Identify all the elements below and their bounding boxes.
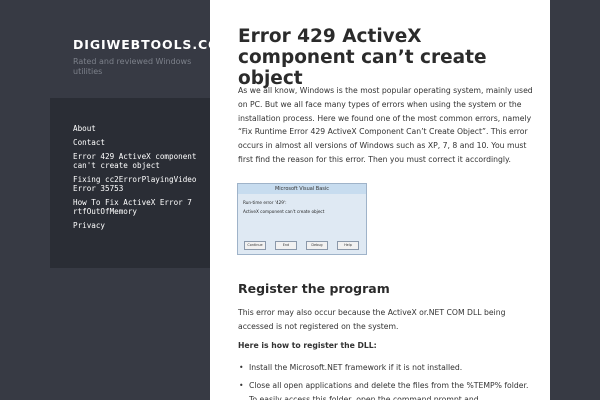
dialog-buttons: Continue End Debug Help xyxy=(244,241,359,250)
list-item: Install the Microsoft.NET framework if i… xyxy=(238,361,538,375)
site-description: Rated and reviewed Windows utilities xyxy=(73,57,192,76)
nav-item-error-429[interactable]: Error 429 ActiveX component can't create… xyxy=(73,152,198,170)
howto-heading: Here is how to register the DLL: xyxy=(238,341,377,350)
post-title: Error 429 ActiveX component can’t create… xyxy=(238,26,487,89)
error-dialog-screenshot: Microsoft Visual Basic Run-time error '4… xyxy=(237,183,367,255)
dialog-line-1: Run-time error '429': xyxy=(243,200,287,205)
dialog-title: Microsoft Visual Basic xyxy=(238,184,366,194)
nav-item-privacy[interactable]: Privacy xyxy=(73,221,198,230)
dialog-line-2: ActiveX component can't create object xyxy=(243,209,325,214)
dialog-debug-button: Debug xyxy=(306,241,328,250)
section-heading: Register the program xyxy=(238,281,390,296)
main-content: Error 429 ActiveX component can’t create… xyxy=(210,0,550,400)
nav-item-fixing-cc2[interactable]: Fixing cc2ErrorPlayingVideo Error 35753 xyxy=(73,175,198,193)
sidebar-nav: About Contact Error 429 ActiveX componen… xyxy=(50,98,210,268)
dialog-continue-button: Continue xyxy=(244,241,266,250)
site-title[interactable]: DIGIWEBTOOLS.COM xyxy=(73,37,210,53)
steps-list: Install the Microsoft.NET framework if i… xyxy=(238,361,538,400)
intro-paragraph: As we all know, Windows is the most popu… xyxy=(238,86,533,164)
nav-item-activex-error-7[interactable]: How To Fix ActiveX Error 7 rtfOutOfMemor… xyxy=(73,198,198,216)
list-item: Close all open applications and delete t… xyxy=(238,379,538,400)
dialog-help-button: Help xyxy=(337,241,359,250)
dialog-end-button: End xyxy=(275,241,297,250)
nav-item-contact[interactable]: Contact xyxy=(73,138,198,147)
nav-item-about[interactable]: About xyxy=(73,124,198,133)
dialog-body: Run-time error '429': ActiveX component … xyxy=(238,194,366,216)
section-paragraph: This error may also occur because the Ac… xyxy=(238,308,506,331)
